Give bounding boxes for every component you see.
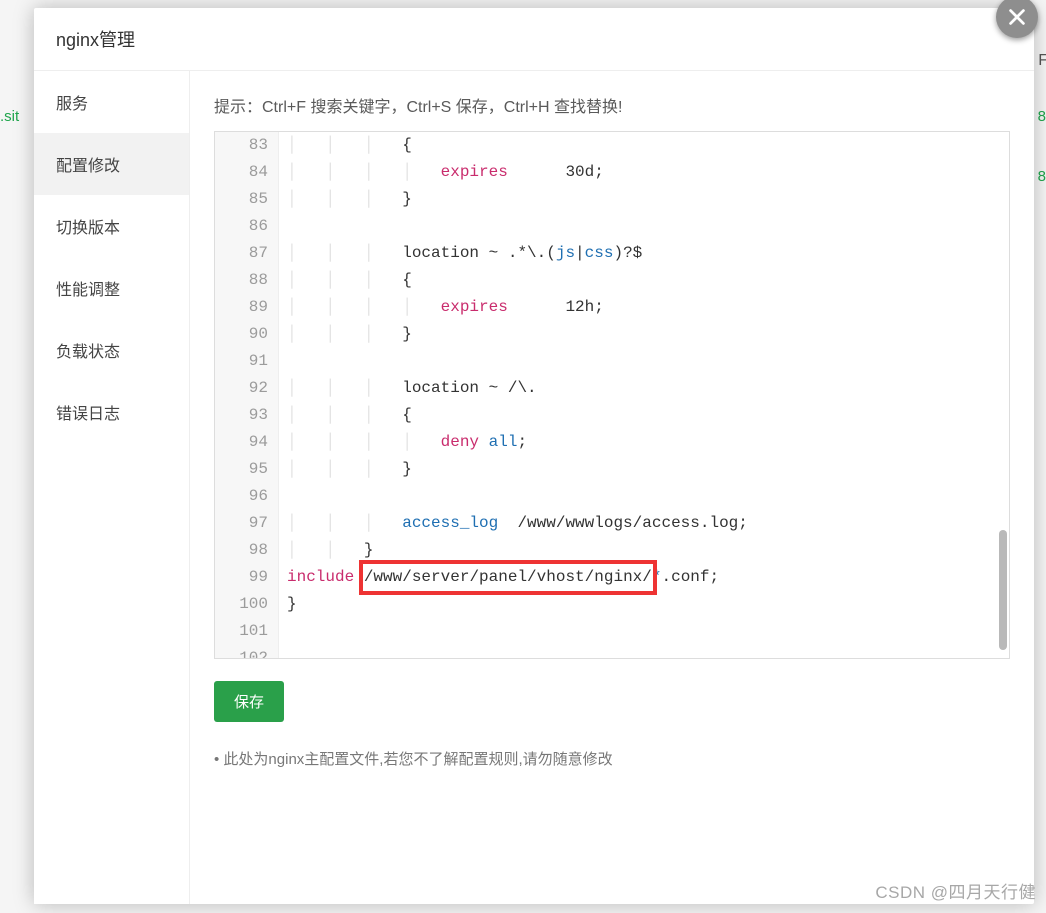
modal-header: nginx管理 <box>34 8 1034 71</box>
footer-note: • 此处为nginx主配置文件,若您不了解配置规则,请勿随意修改 <box>214 748 1010 769</box>
editor-code[interactable]: │ │ │ {│ │ │ │ expires 30d;│ │ │ } │ │ │… <box>279 132 1009 658</box>
editor-gutter: 8384858687888990919293949596979899100101… <box>215 132 279 658</box>
editor-scrollbar-thumb[interactable] <box>999 530 1007 650</box>
background-toolbar <box>0 0 1046 6</box>
sidebar-item-errorlog[interactable]: 错误日志 <box>34 381 189 443</box>
save-button[interactable]: 保存 <box>214 681 284 722</box>
footer-note-text: 此处为nginx主配置文件,若您不了解配置规则,请勿随意修改 <box>223 751 612 768</box>
watermark: CSDN @四月天行健 <box>875 878 1036 903</box>
sidebar-item-version[interactable]: 切换版本 <box>34 195 189 257</box>
close-icon <box>1006 6 1028 28</box>
bg-hint-right1: 8 <box>1038 108 1046 125</box>
sidebar-item-load[interactable]: 负载状态 <box>34 319 189 381</box>
bg-right-edge: F <box>1038 52 1046 70</box>
content-pane: 提示：Ctrl+F 搜索关键字，Ctrl+S 保存，Ctrl+H 查找替换! 8… <box>190 71 1034 904</box>
bg-hint-left: .sit <box>0 108 19 125</box>
sidebar-item-service[interactable]: 服务 <box>34 71 189 133</box>
modal-title: nginx管理 <box>56 26 1012 52</box>
nginx-manage-modal: nginx管理 服务 配置修改 切换版本 性能调整 负载状态 错误日志 提示：C… <box>34 8 1034 904</box>
editor-tip: 提示：Ctrl+F 搜索关键字，Ctrl+S 保存，Ctrl+H 查找替换! <box>214 93 1010 117</box>
bg-hint-right2: 8 <box>1038 168 1046 185</box>
sidebar-item-performance[interactable]: 性能调整 <box>34 257 189 319</box>
sidebar-item-config[interactable]: 配置修改 <box>34 133 189 195</box>
code-editor[interactable]: 8384858687888990919293949596979899100101… <box>214 131 1010 659</box>
sidebar: 服务 配置修改 切换版本 性能调整 负载状态 错误日志 <box>34 71 190 904</box>
